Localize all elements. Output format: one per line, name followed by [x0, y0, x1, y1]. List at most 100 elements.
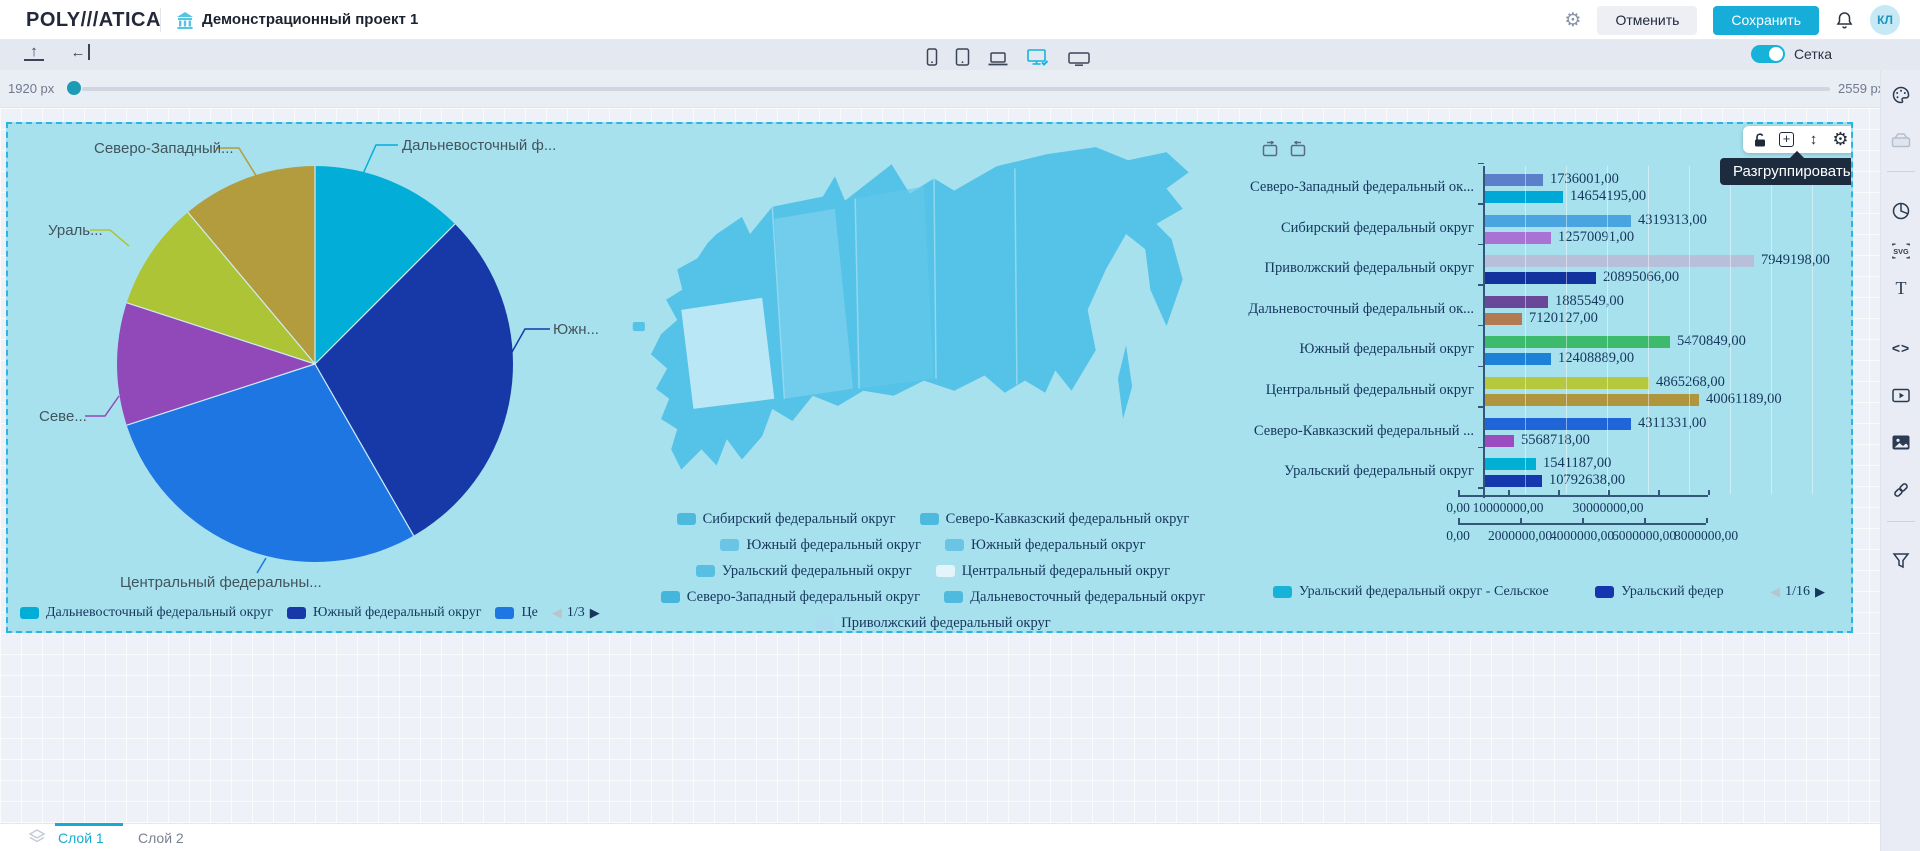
bar-category-label: Уральский федеральный округ	[1144, 463, 1474, 480]
image-icon[interactable]	[1890, 431, 1912, 453]
bar-category-label: Дальневосточный федеральный ок...	[1144, 301, 1474, 318]
legend-swatch	[944, 591, 963, 603]
ungroup-tooltip: Разгруппировать	[1720, 158, 1853, 185]
filter-icon[interactable]	[1890, 549, 1912, 571]
bar[interactable]	[1484, 353, 1551, 365]
bar[interactable]	[1484, 174, 1543, 186]
cancel-button[interactable]: Отменить	[1597, 6, 1697, 35]
app-logo: POLY///ATICA	[26, 9, 161, 32]
legend-item[interactable]: Сибирский федеральный округ	[677, 506, 896, 532]
page-prev-icon[interactable]: ◀	[1770, 584, 1780, 600]
link-icon[interactable]	[1890, 479, 1912, 501]
text-icon[interactable]: T	[1890, 277, 1912, 299]
legend-item[interactable]: Це	[495, 605, 537, 621]
video-icon[interactable]	[1890, 384, 1912, 406]
layers-icon	[28, 828, 46, 846]
bar[interactable]	[1484, 394, 1699, 406]
active-tab-underline	[55, 823, 123, 826]
add-icon[interactable]: +	[1778, 131, 1795, 148]
grid-toggle-label: Сетка	[1794, 46, 1832, 62]
bar[interactable]	[1484, 191, 1563, 203]
legend-swatch	[495, 607, 514, 619]
phone-icon[interactable]	[926, 47, 938, 67]
bar[interactable]	[1484, 336, 1670, 348]
legend-item[interactable]: Дальневосточный федеральный округ	[944, 584, 1205, 610]
upload-icon[interactable]: ↑	[24, 43, 44, 61]
dashboard-canvas[interactable]: Северо-Западный...Дальневосточный ф...Ур…	[6, 122, 1853, 633]
pie-callout-lines	[8, 124, 628, 633]
avatar[interactable]: КЛ	[1870, 5, 1900, 35]
width-slider-knob[interactable]	[67, 81, 81, 95]
bar[interactable]	[1484, 296, 1548, 308]
axis-tick-label: 6000000,00	[1612, 528, 1676, 544]
bar[interactable]	[1484, 475, 1542, 487]
bar[interactable]	[1484, 272, 1596, 284]
axis-tick-label: 10000000,00	[1473, 500, 1544, 516]
legend-item[interactable]: Центральный федеральный округ	[936, 558, 1170, 584]
bar[interactable]	[1484, 215, 1631, 227]
legend-item[interactable]: Южный федеральный округ	[287, 605, 482, 621]
legend-item[interactable]: Южный федеральный округ	[945, 532, 1146, 558]
legend-item[interactable]: Приволжский федеральный округ	[815, 610, 1050, 633]
pie-callout-label: Северо-Западный...	[94, 140, 234, 157]
legend-item[interactable]: Северо-Кавказский федеральный округ	[920, 506, 1190, 532]
monitor-check-icon[interactable]	[1026, 47, 1050, 67]
legend-label: Южный федеральный округ	[971, 537, 1146, 554]
bar-value-label: 1736001,00	[1550, 171, 1619, 188]
bar-value-label: 4865268,00	[1656, 374, 1725, 391]
legend-label: Дальневосточный федеральный округ	[46, 605, 273, 621]
legend-label: Уральский федер	[1621, 584, 1723, 600]
svg-icon[interactable]: SVG	[1890, 240, 1912, 262]
bell-icon[interactable]	[1835, 10, 1854, 30]
width-slider-track[interactable]	[82, 87, 1830, 91]
bar-value-label: 20895066,00	[1603, 269, 1679, 286]
divider	[160, 8, 161, 32]
bar[interactable]	[1484, 232, 1551, 244]
bar[interactable]	[1484, 458, 1536, 470]
tab-layer-2[interactable]: Слой 2	[138, 830, 184, 846]
flip-horizontal-icon[interactable]	[1261, 141, 1279, 159]
palette-icon[interactable]	[1890, 84, 1912, 106]
laptop-icon[interactable]	[987, 49, 1009, 67]
settings-icon[interactable]: ⚙	[1832, 131, 1849, 148]
collapse-left-icon[interactable]: ←	[70, 44, 90, 60]
legend-item[interactable]: Уральский федеральный округ - Сельское	[1273, 584, 1549, 600]
map-legend: Сибирский федеральный округ Северо-Кавказ…	[618, 506, 1248, 633]
legend-item[interactable]: Северо-Западный федеральный округ	[661, 584, 920, 610]
legend-label: Уральский федеральный округ	[722, 563, 912, 580]
tablet-icon[interactable]	[955, 47, 970, 67]
tray-icon[interactable]	[1890, 129, 1912, 151]
legend-label: Южный федеральный округ	[313, 605, 482, 621]
flip-vertical-icon[interactable]	[1289, 141, 1307, 159]
bar-value-label: 1541187,00	[1543, 455, 1611, 472]
tab-layer-1[interactable]: Слой 1	[58, 830, 104, 846]
bar-value-label: 10792638,00	[1549, 472, 1625, 489]
width-current-label: 1920 px	[8, 81, 54, 96]
page-prev-icon[interactable]: ◀	[552, 605, 562, 621]
bar-value-label: 5470849,00	[1677, 333, 1746, 350]
bar-value-label: 14654195,00	[1570, 188, 1646, 205]
ungroup-icon[interactable]: ↕	[1805, 131, 1822, 148]
bar[interactable]	[1484, 313, 1522, 325]
page-next-icon[interactable]: ▶	[590, 605, 600, 621]
legend-item[interactable]: Уральский федеральный округ	[696, 558, 912, 584]
code-icon[interactable]: <>	[1890, 337, 1912, 359]
svg-text:SVG: SVG	[1893, 247, 1909, 256]
legend-label: Дальневосточный федеральный округ	[970, 589, 1205, 606]
legend-item[interactable]: Южный федеральный округ	[720, 532, 921, 558]
bar[interactable]	[1484, 418, 1631, 430]
legend-item[interactable]: Уральский федер	[1595, 584, 1723, 600]
settings-icon[interactable]: ⚙	[1564, 11, 1581, 30]
widescreen-icon[interactable]	[1067, 49, 1091, 67]
bar[interactable]	[1484, 435, 1514, 447]
page-next-icon[interactable]: ▶	[1815, 584, 1825, 600]
app-header: POLY///ATICA Демонстрационный проект 1 ⚙…	[0, 0, 1920, 40]
bar-value-label: 5568718,00	[1521, 432, 1590, 449]
save-button[interactable]: Сохранить	[1713, 6, 1819, 35]
grid-toggle[interactable]	[1751, 45, 1785, 63]
pie-chart-icon[interactable]	[1890, 200, 1912, 222]
legend-item[interactable]: Дальневосточный федеральный округ	[20, 605, 273, 621]
axis-tick-label: 0,00	[1446, 528, 1470, 544]
unlock-icon[interactable]	[1751, 131, 1768, 148]
axis-tick-label: 4000000,00	[1550, 528, 1614, 544]
